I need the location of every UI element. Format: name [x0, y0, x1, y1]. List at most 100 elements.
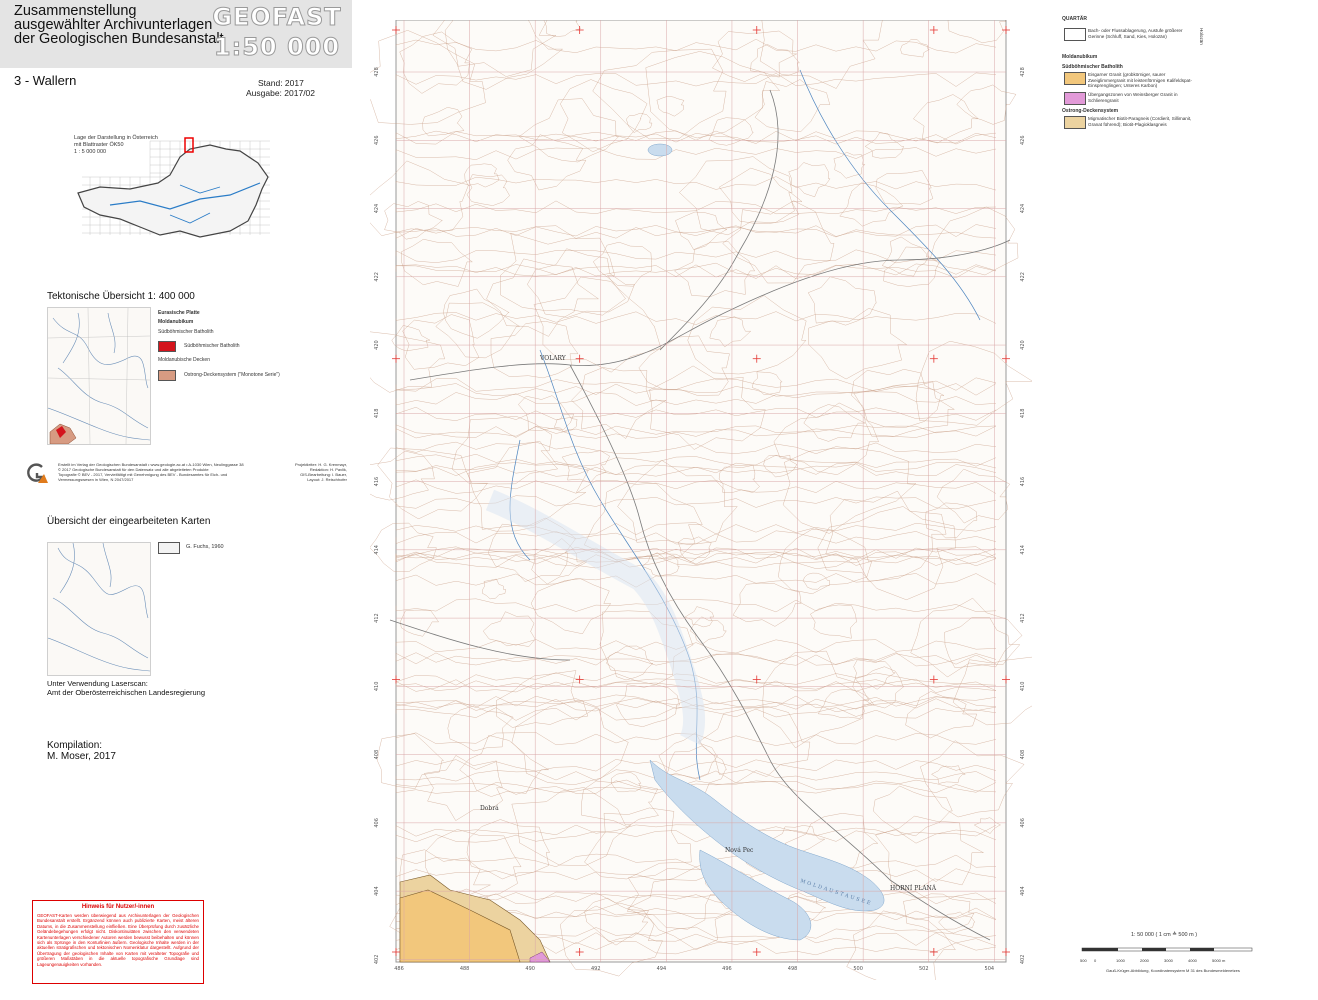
- scale-tick-1000: 1000: [1116, 958, 1125, 963]
- easting-label-top: 496: [722, 20, 732, 22]
- easting-label-bottom: 492: [591, 966, 601, 972]
- notice-title: Hinweis für Nutzer/-innen: [81, 904, 155, 910]
- legend-quartar-title: QUARTÄR: [1062, 16, 1087, 22]
- northing-label-left: 424: [374, 204, 380, 214]
- northing-label-left: 412: [374, 613, 380, 623]
- easting-label-top: 486: [394, 20, 404, 22]
- tectonic-legend-heading-1: Eurasische Platte: [158, 310, 200, 316]
- easting-label-top: 488: [460, 20, 470, 22]
- place-name: Nová Pec: [725, 847, 754, 854]
- northing-label-right: 406: [1020, 818, 1026, 828]
- gba-logo: [26, 463, 48, 483]
- compilation-label: Kompilation:: [47, 740, 103, 751]
- map-canvas: 486 486 488 488 490 490 492 492 494 494 496 496 498 4…: [353, 0, 1042, 986]
- tectonic-legend-sub-1: Südböhmischer Batholith: [158, 329, 214, 335]
- legend-uebergang-label: Übergangszonen von Weinsberger Granit in…: [1088, 92, 1178, 103]
- easting-label-bottom: 498: [788, 966, 798, 972]
- ausgabe-label: Ausgabe: 2017/02: [246, 88, 316, 98]
- scale-tick-5000: 5000 m: [1212, 958, 1226, 963]
- northing-label-right: 426: [1020, 135, 1026, 145]
- brand-scale: 1:50 000: [213, 33, 341, 61]
- place-name: HORNÍ PLANÁ: [890, 885, 937, 892]
- tectonic-legend-sub-2: Moldanubische Decken: [158, 357, 210, 363]
- austria-location-map: Lage der Darstellung in Österreich mit B…: [70, 135, 280, 255]
- northing-label-left: 428: [374, 67, 380, 77]
- northing-label-left: 418: [374, 409, 380, 419]
- northing-label-right: 420: [1020, 340, 1026, 350]
- austria-outline-svg: [77, 137, 270, 238]
- scale-tick-2000: 2000: [1140, 958, 1149, 963]
- title-line-1: Zusammenstellung: [14, 3, 137, 19]
- imprint-credit-4: Layout: J. Reischhofer: [307, 477, 347, 482]
- easting-label-top: 498: [788, 20, 798, 22]
- legend-swatch-eisgarner: [1064, 72, 1086, 85]
- overview-legend-swatch: [158, 542, 180, 554]
- sheet-name: 3 - Wallern: [14, 73, 77, 88]
- compilation-author: M. Moser, 2017: [47, 751, 116, 762]
- imprint-line-4: Vermessungswesen in Wien, N 2047/2017: [58, 477, 134, 482]
- scale-tick-0: 0: [1094, 958, 1097, 963]
- easting-label-bottom: 488: [460, 966, 470, 972]
- northing-label-right: 414: [1020, 545, 1026, 555]
- easting-label-bottom: 496: [722, 966, 732, 972]
- legend-moldanubikum-title: Moldanubikum: [1062, 54, 1098, 60]
- tectonic-swatch-batholith: [158, 341, 176, 352]
- northing-label-right: 408: [1020, 750, 1026, 760]
- notice-body: GEOFAST-Karten werden überwiegend aus Ar…: [37, 913, 199, 967]
- imprint-left: Erstellt im Verlag der Geologischen Bund…: [58, 462, 268, 482]
- title-line-3: der Geologischen Bundesanstalt: [14, 31, 224, 47]
- northing-label-left: 414: [374, 545, 380, 555]
- northing-label-left: 422: [374, 272, 380, 282]
- tectonic-map: [47, 307, 151, 445]
- laserscan-line-1: Unter Verwendung Laserscan:: [47, 679, 148, 688]
- place-name: Dobrá: [480, 805, 499, 812]
- northing-label-left: 402: [374, 955, 380, 965]
- tectonic-swatch-ostrong: [158, 370, 176, 381]
- header-panel: Zusammenstellung ausgewählter Archivunte…: [0, 0, 352, 68]
- scale-bar: 1: 50 000 ( 1 cm ≙ 500 m ) 500 0 1000 20…: [1076, 930, 1276, 980]
- northing-label-right: 416: [1020, 477, 1026, 487]
- tectonic-legend-item-2: Ostrong-Deckensystem ("Monotone Serie"): [184, 372, 280, 378]
- laserscan-line-2: Amt der Oberösterreichischen Landesregie…: [47, 688, 206, 697]
- laserscan-note: Unter Verwendung Laserscan: Amt der Ober…: [47, 679, 205, 697]
- easting-label-top: 490: [525, 20, 535, 22]
- easting-label-top: 504: [985, 20, 995, 22]
- tectonic-legend-heading-2: Moldanubikum: [158, 319, 194, 325]
- northing-label-right: 422: [1020, 272, 1026, 282]
- tectonic-legend-item-1: Südböhmischer Batholith: [184, 343, 240, 349]
- northing-label-left: 404: [374, 886, 380, 896]
- northing-label-right: 412: [1020, 613, 1026, 623]
- legend-swatch-quartar: [1064, 28, 1086, 41]
- easting-label-bottom: 490: [525, 966, 535, 972]
- northing-label-left: 406: [374, 818, 380, 828]
- easting-label-bottom: 494: [657, 966, 667, 972]
- place-name: VOLARY: [539, 355, 567, 362]
- legend-swatch-uebergang: [1064, 92, 1086, 105]
- easting-label-bottom: 504: [985, 966, 995, 972]
- projection-note: Gauß-Krüger-Abbildung, Koordinatensystem…: [1106, 968, 1240, 973]
- legend-paragneis-label: Migmatischer Biotit-Paragneis (Cordierit…: [1088, 116, 1192, 127]
- easting-label-top: 502: [919, 20, 929, 22]
- easting-label-bottom: 486: [394, 966, 404, 972]
- northing-label-right: 428: [1020, 67, 1026, 77]
- legend-swatch-paragneis: [1064, 116, 1086, 129]
- stand-label: Stand: 2017: [258, 78, 304, 88]
- scale-tick-500: 500: [1080, 958, 1087, 963]
- northing-label-left: 408: [374, 750, 380, 760]
- tectonic-title: Tektonische Übersicht 1: 400 000: [47, 291, 195, 302]
- northing-label-left: 426: [374, 135, 380, 145]
- northing-label-right: 410: [1020, 682, 1026, 692]
- northing-label-right: 418: [1020, 409, 1026, 419]
- user-notice-box: Hinweis für Nutzer/-innen GEOFAST-Karten…: [32, 900, 204, 984]
- legend-quartar-item: Bach- oder Flussablagerung, Austufe größ…: [1088, 28, 1183, 39]
- topographic-map[interactable]: 486 486 488 488 490 490 492 492 494 494 496 496 498 4…: [353, 0, 1042, 986]
- imprint-right: Projektleiter: H. G. Krenmayr, Redaktion…: [292, 462, 347, 482]
- northing-label-right: 404: [1020, 886, 1026, 896]
- overview-title: Übersicht der eingearbeiteten Karten: [47, 516, 211, 527]
- overview-map: [47, 542, 151, 676]
- northing-label-right: 424: [1020, 204, 1026, 214]
- easting-label-top: 494: [657, 20, 667, 22]
- northing-label-right: 402: [1020, 955, 1026, 965]
- brand-geofast: GEOFAST: [212, 3, 342, 31]
- title-line-2: ausgewählter Archivunterlagen: [14, 17, 213, 33]
